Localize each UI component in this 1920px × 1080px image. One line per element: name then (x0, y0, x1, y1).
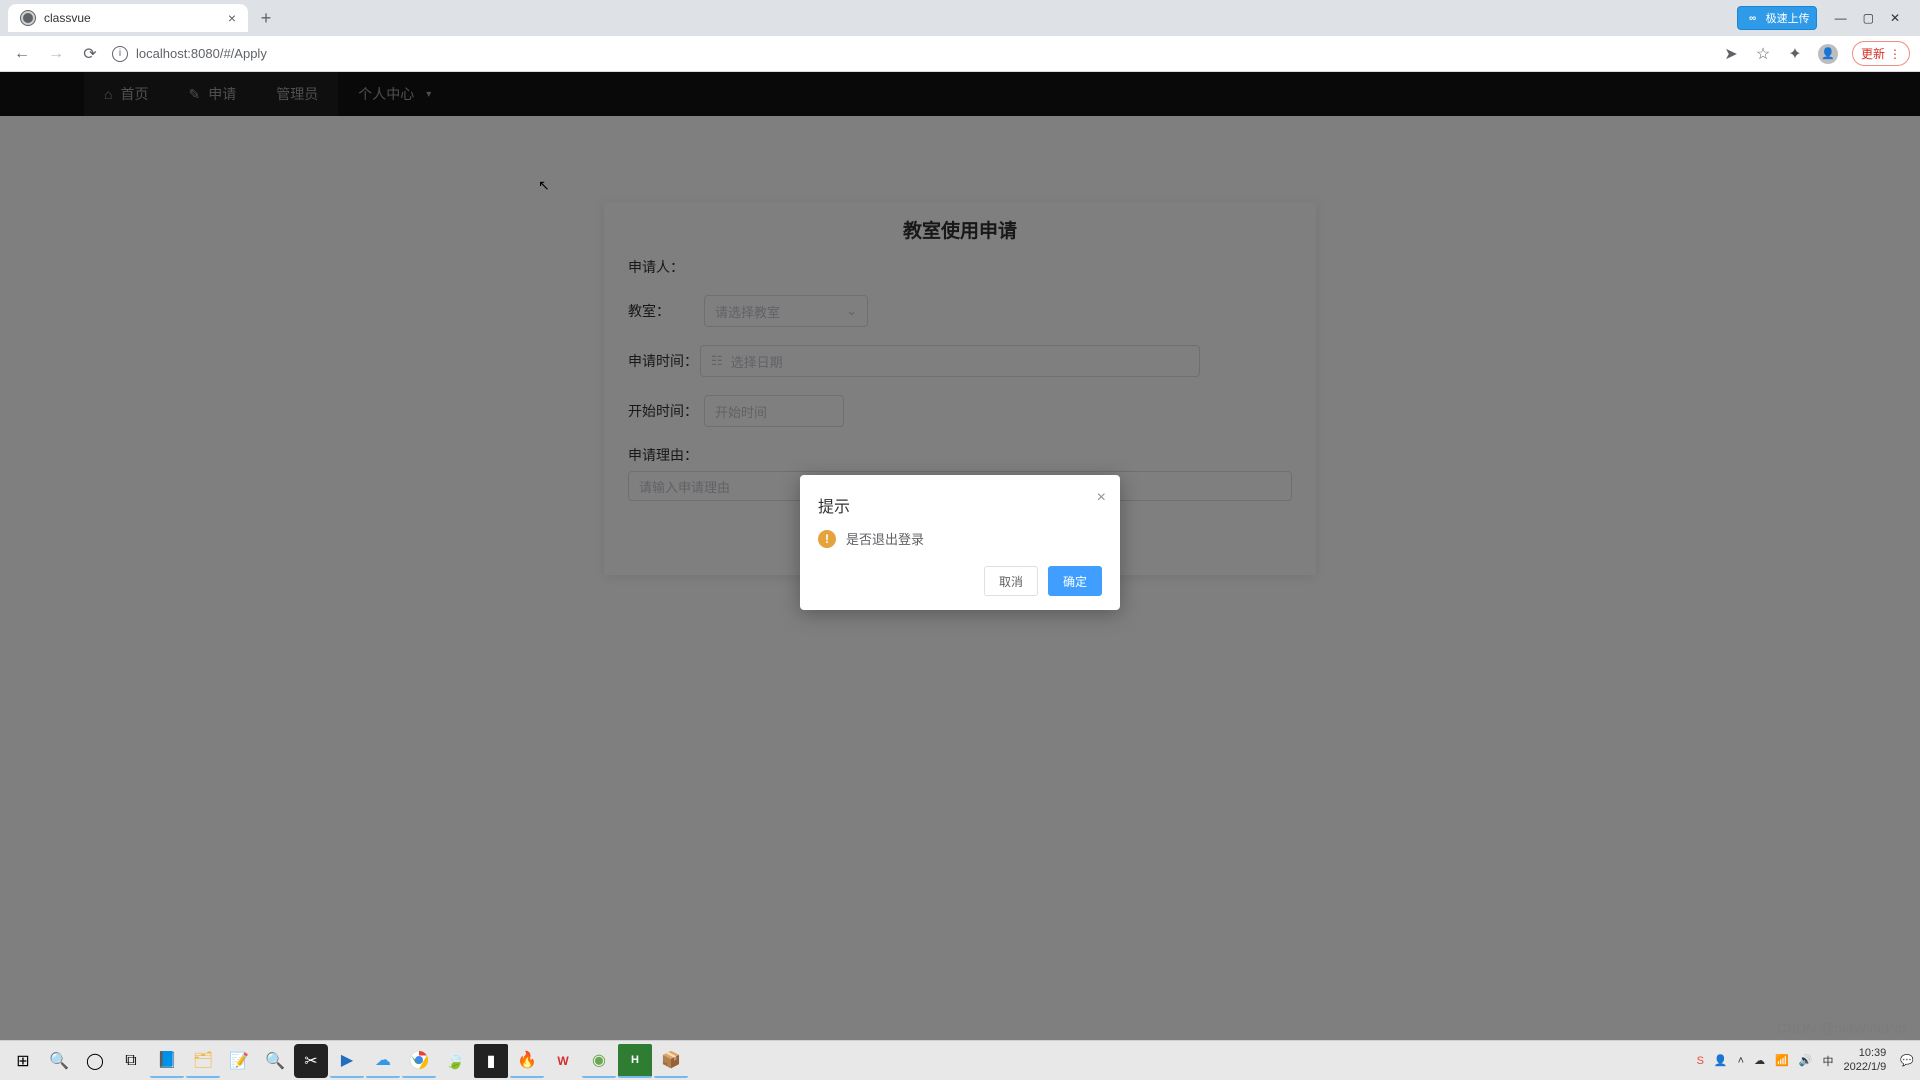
taskbar-left: ⊞ 🔍 ◯ ⧉ 📘 🗂 📝 🔍 ✂ ▶ ☁ 🍃 ▮ 🔥 W ◉ H 📦 (6, 1044, 688, 1078)
search-icon[interactable]: 🔍 (42, 1044, 76, 1078)
tray-chevron-icon[interactable]: ˄ (1738, 1055, 1744, 1067)
app-icon-6[interactable]: ☁ (366, 1044, 400, 1078)
confirm-dialog: 提示 × ! 是否退出登录 取消 确定 (800, 475, 1120, 610)
app-icon-2[interactable]: 📝 (222, 1044, 256, 1078)
page-content: ⌂ 首页 ✎ 申请 管理员 个人中心 ▾ 教室使用申请 申请人： 教室： 请选择… (0, 72, 1920, 1040)
tray-icon-2[interactable]: 👤 (1714, 1054, 1728, 1067)
app-icon-10[interactable]: H (618, 1044, 652, 1078)
tab-title: classvue (44, 11, 91, 25)
toolbar-right: ➤ ☆ ✦ 👤 更新 ⋮ (1722, 41, 1910, 66)
forward-button[interactable]: → (44, 45, 68, 63)
extensions-icon[interactable]: ✦ (1786, 44, 1804, 64)
windows-taskbar: ⊞ 🔍 ◯ ⧉ 📘 🗂 📝 🔍 ✂ ▶ ☁ 🍃 ▮ 🔥 W ◉ H 📦 S 👤 … (0, 1040, 1920, 1080)
browser-chrome: classvue × + ∞ 极速上传 — ▢ ✕ ← → ⟳ i localh… (0, 0, 1920, 72)
cancel-button[interactable]: 取消 (984, 566, 1038, 596)
wifi-icon[interactable]: 📶 (1775, 1054, 1789, 1067)
tab-bar: classvue × + ∞ 极速上传 — ▢ ✕ (0, 0, 1920, 36)
update-button[interactable]: 更新 ⋮ (1852, 41, 1910, 66)
file-explorer-icon[interactable]: 🗂 (186, 1044, 220, 1078)
cortana-icon[interactable]: ◯ (78, 1044, 112, 1078)
reload-button[interactable]: ⟳ (78, 44, 102, 64)
extension-button[interactable]: ∞ 极速上传 (1737, 6, 1817, 30)
profile-avatar-icon[interactable]: 👤 (1818, 44, 1838, 64)
task-view-icon[interactable]: ⧉ (114, 1044, 148, 1078)
globe-icon (20, 10, 36, 26)
start-button[interactable]: ⊞ (6, 1044, 40, 1078)
close-window-button[interactable]: ✕ (1890, 11, 1900, 25)
watermark-text: CSDN @oldWinePot (1777, 1020, 1906, 1036)
taskbar-right: S 👤 ˄ ☁ 📶 🔊 中 10:39 2022/1/9 💬 (1697, 1047, 1914, 1073)
tray-icon-3[interactable]: ☁ (1754, 1054, 1765, 1067)
terminal-icon[interactable]: ▮ (474, 1044, 508, 1078)
dialog-message: 是否退出登录 (846, 529, 924, 548)
close-tab-icon[interactable]: × (228, 10, 236, 26)
app-icon-7[interactable]: 🍃 (438, 1044, 472, 1078)
browser-tab[interactable]: classvue × (8, 4, 248, 32)
wps-icon[interactable]: W (546, 1044, 580, 1078)
cloud-icon: ∞ (1744, 9, 1762, 27)
app-icon-11[interactable]: 📦 (654, 1044, 688, 1078)
system-clock[interactable]: 10:39 2022/1/9 (1843, 1047, 1890, 1073)
extension-label: 极速上传 (1766, 10, 1810, 26)
notifications-icon[interactable]: 💬 (1900, 1054, 1914, 1067)
chrome-icon[interactable] (402, 1044, 436, 1078)
new-tab-button[interactable]: + (252, 8, 280, 29)
site-info-icon[interactable]: i (112, 46, 128, 62)
extension-badge: ∞ 极速上传 — ▢ ✕ (1737, 6, 1912, 30)
app-icon-5[interactable]: ▶ (330, 1044, 364, 1078)
volume-icon[interactable]: 🔊 (1799, 1054, 1813, 1067)
confirm-button[interactable]: 确定 (1048, 566, 1102, 596)
maximize-button[interactable]: ▢ (1863, 11, 1874, 25)
window-controls: — ▢ ✕ (1823, 11, 1912, 25)
clock-date: 2022/1/9 (1843, 1061, 1886, 1074)
dialog-title: 提示 (818, 493, 1102, 517)
warning-icon: ! (818, 530, 836, 548)
tray-icon-1[interactable]: S (1697, 1055, 1704, 1067)
address-bar: ← → ⟳ i localhost:8080/#/Apply ➤ ☆ ✦ 👤 更… (0, 36, 1920, 72)
app-icon-3[interactable]: 🔍 (258, 1044, 292, 1078)
bookmark-icon[interactable]: ☆ (1754, 44, 1772, 64)
url-field[interactable]: i localhost:8080/#/Apply (112, 46, 1712, 62)
update-label: 更新 (1861, 45, 1885, 62)
ime-icon[interactable]: 中 (1822, 1053, 1833, 1069)
close-icon[interactable]: × (1097, 489, 1106, 507)
send-icon[interactable]: ➤ (1722, 44, 1740, 64)
dialog-footer: 取消 确定 (818, 566, 1102, 596)
app-icon-1[interactable]: 📘 (150, 1044, 184, 1078)
app-icon-9[interactable]: ◉ (582, 1044, 616, 1078)
dialog-body: ! 是否退出登录 (818, 529, 1102, 548)
kebab-icon: ⋮ (1889, 47, 1901, 61)
app-icon-4[interactable]: ✂ (294, 1044, 328, 1078)
back-button[interactable]: ← (10, 45, 34, 63)
url-text: localhost:8080/#/Apply (136, 46, 267, 61)
clock-time: 10:39 (1843, 1047, 1886, 1060)
app-icon-8[interactable]: 🔥 (510, 1044, 544, 1078)
minimize-button[interactable]: — (1835, 11, 1847, 25)
